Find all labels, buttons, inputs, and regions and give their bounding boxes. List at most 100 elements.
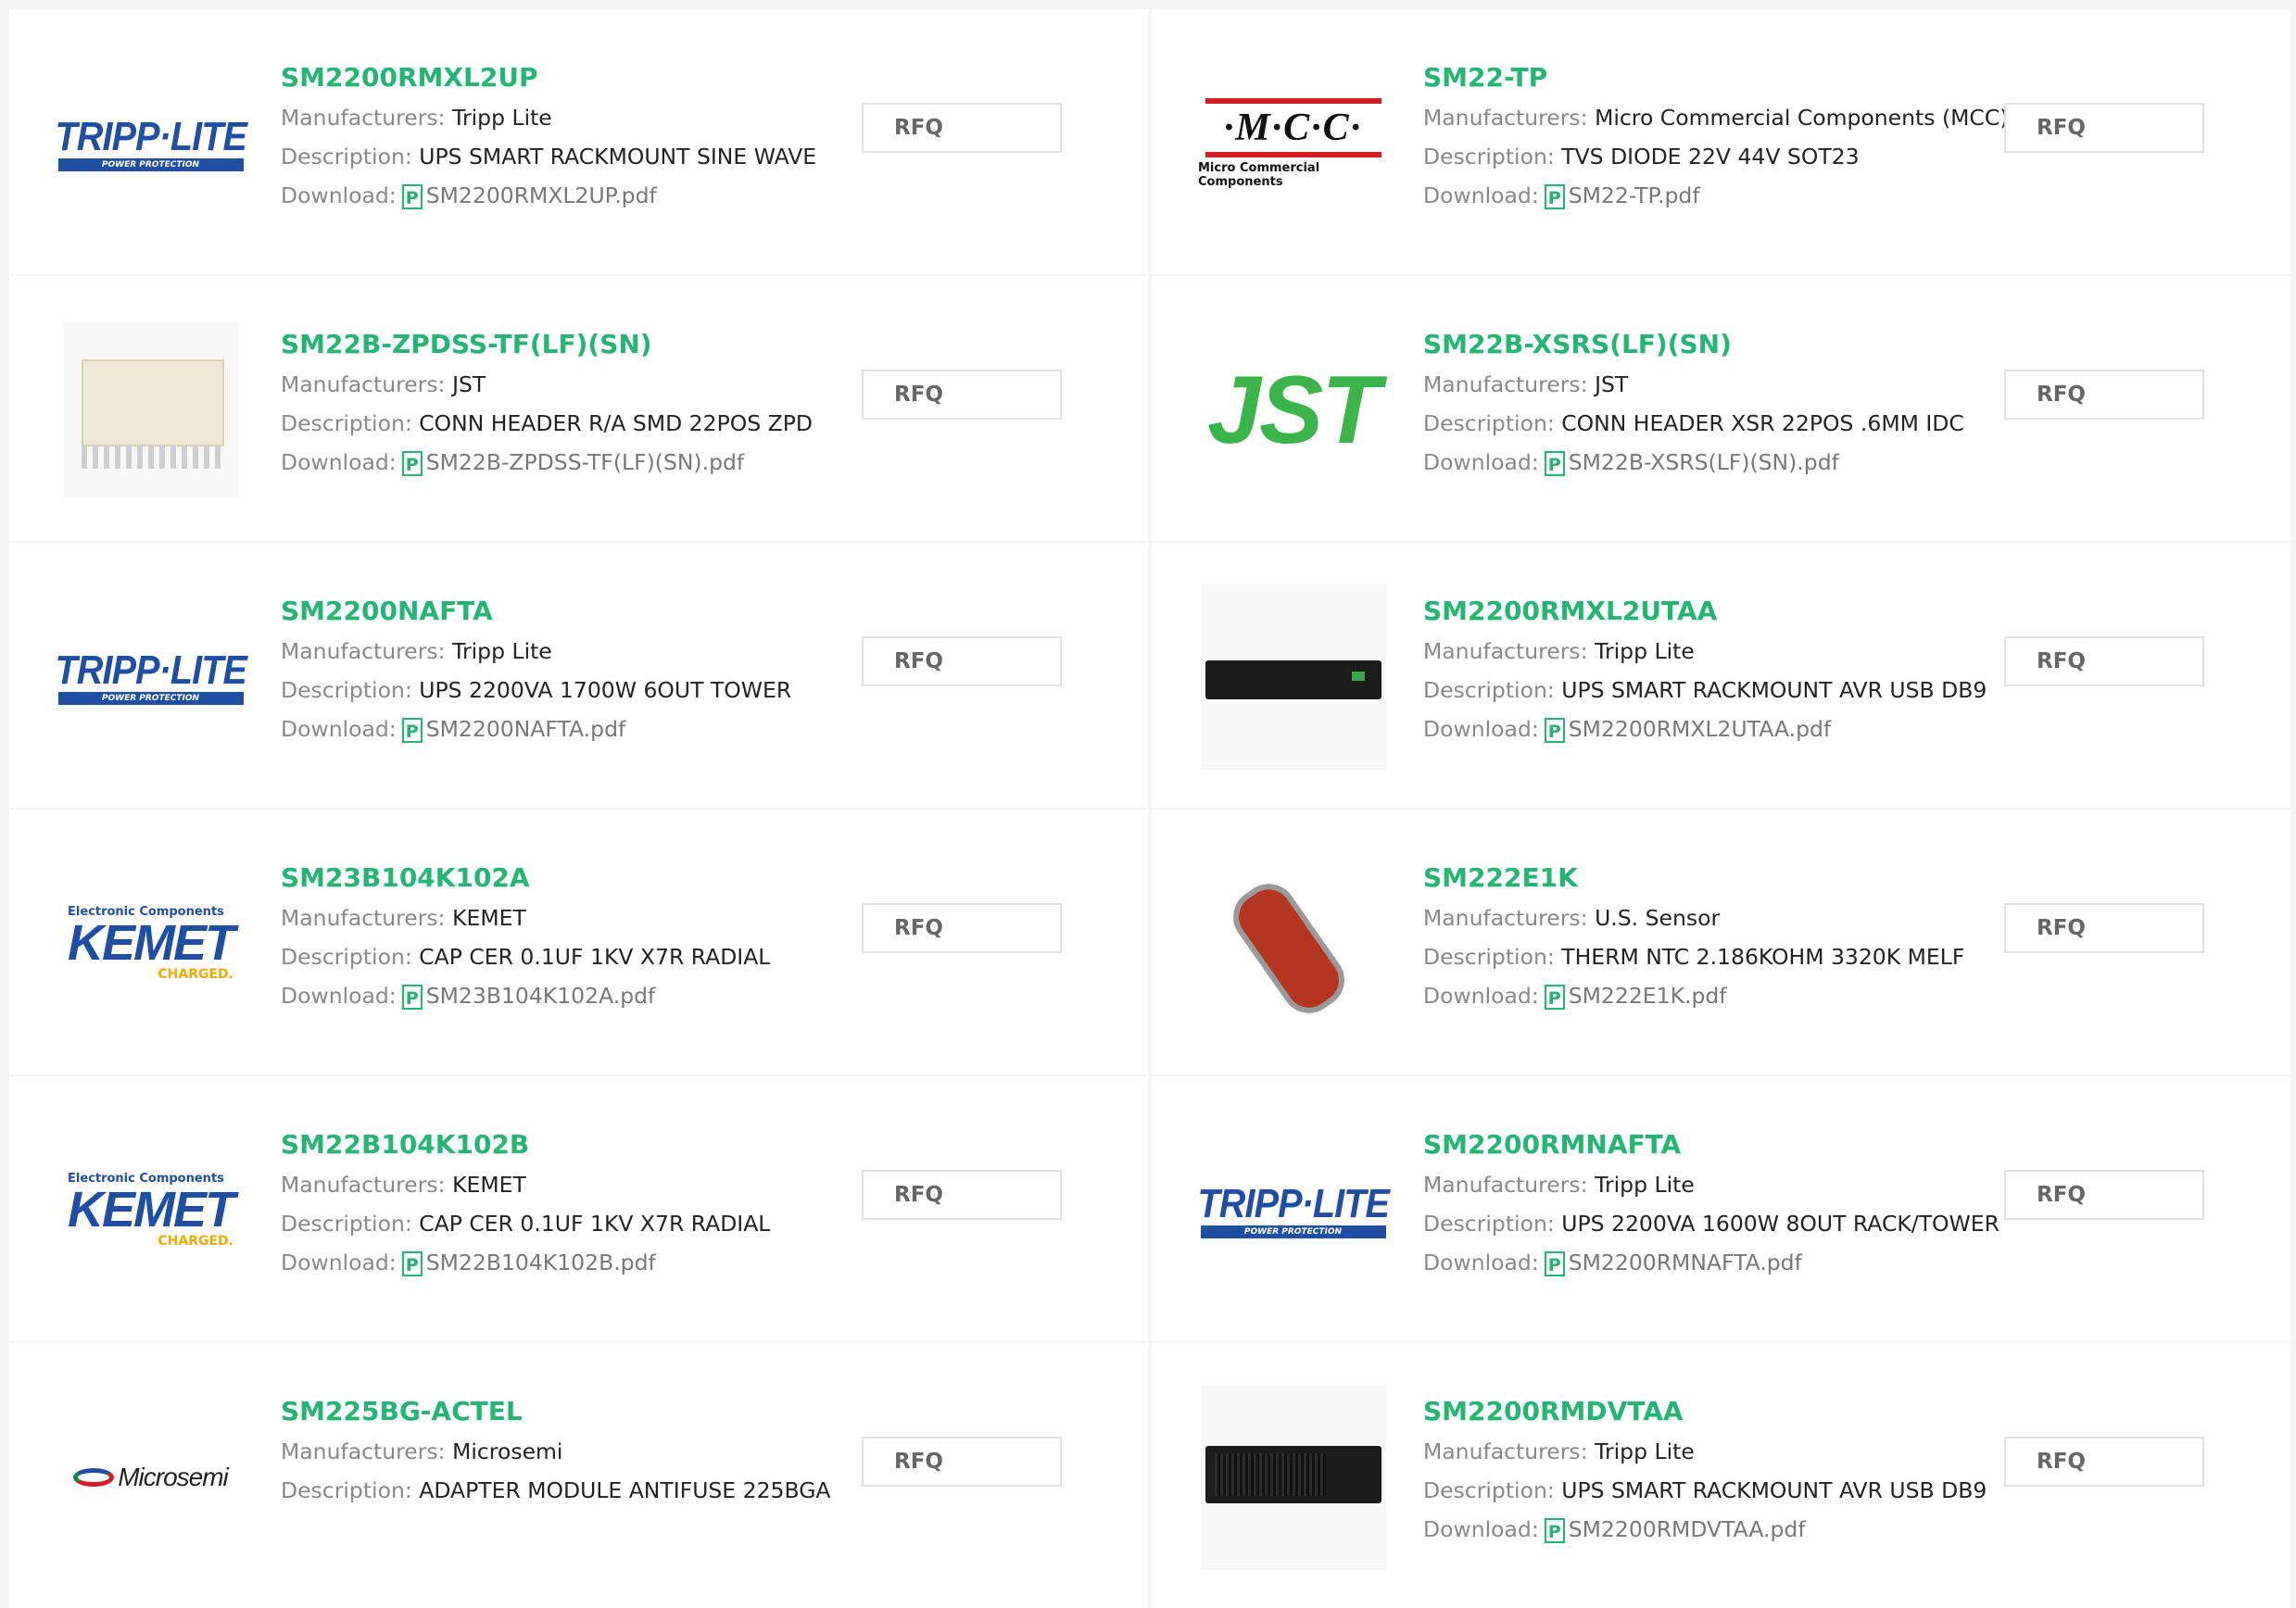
description-row: Description: CONN HEADER XSR 22POS .6MM … (1423, 404, 2007, 443)
pdf-icon[interactable]: P (1544, 718, 1565, 743)
download-label: Download: (281, 983, 397, 1009)
manufacturer-logo[interactable]: Electronic Components KEMET CHARGED. (56, 848, 246, 1038)
part-number-link[interactable]: SM22B104K102B (281, 1124, 864, 1165)
manufacturer-logo[interactable]: ·M·C·C· Micro Commercial Components (1198, 48, 1388, 238)
manufacturer-logo[interactable]: TRIPP·LITE POWER PROTECTION (1197, 1115, 1390, 1305)
manufacturer-logo[interactable]: TRIPP·LITE POWER PROTECTION (55, 582, 247, 772)
pdf-icon[interactable]: P (401, 1251, 423, 1276)
download-link[interactable]: SM22-TP.pdf (1569, 182, 1700, 208)
manufacturer-logo[interactable] (56, 315, 246, 505)
manufacturer-label: Manufacturers: (281, 638, 446, 664)
part-number-link[interactable]: SM2200RMDVTAA (1423, 1391, 2007, 1432)
pdf-icon[interactable]: P (1544, 1251, 1565, 1276)
manufacturer-row: Manufacturers: Microsemi (281, 1432, 864, 1471)
part-number-link[interactable]: SM23B104K102A (281, 858, 864, 898)
download-link[interactable]: SM23B104K102A.pdf (426, 983, 656, 1009)
pdf-icon[interactable]: P (1544, 985, 1565, 1010)
part-number-link[interactable]: SM2200RMXL2UP (281, 57, 864, 98)
description-label: Description: (281, 144, 412, 170)
description-row: Description: UPS SMART RACKMOUNT AVR USB… (1423, 1471, 2007, 1510)
description-row: Description: UPS SMART RACKMOUNT SINE WA… (281, 137, 864, 176)
part-number-link[interactable]: SM2200NAFTA (281, 591, 864, 632)
manufacturer-value: Tripp Lite (452, 638, 552, 664)
part-number-link[interactable]: SM225BG-ACTEL (281, 1391, 864, 1432)
manufacturer-value: KEMET (452, 905, 526, 931)
manufacturer-logo[interactable]: TRIPP·LITE POWER PROTECTION (55, 48, 247, 238)
manufacturer-label: Manufacturers: (281, 105, 446, 131)
manufacturer-logo[interactable] (1198, 582, 1388, 772)
rfq-button[interactable]: RFQ (862, 370, 1062, 420)
rfq-button[interactable]: RFQ (2004, 636, 2204, 686)
description-row: Description: THERM NTC 2.186KOHM 3320K M… (1423, 937, 2007, 976)
download-link[interactable]: SM22B104K102B.pdf (426, 1250, 656, 1275)
part-number-link[interactable]: SM22-TP (1423, 57, 2007, 98)
download-row: Download: P SM22B104K102B.pdf (281, 1243, 864, 1282)
part-number-link[interactable]: SM22B-ZPDSS-TF(LF)(SN) (281, 324, 864, 365)
download-link[interactable]: SM2200RMDVTAA.pdf (1569, 1516, 1806, 1542)
product-card: SM222E1K Manufacturers: U.S. Sensor Desc… (1152, 810, 2290, 1074)
rfq-button[interactable]: RFQ (2004, 1437, 2204, 1487)
product-info: SM2200NAFTA Manufacturers: Tripp Lite De… (281, 591, 864, 748)
part-number-link[interactable]: SM2200RMXL2UTAA (1423, 591, 2007, 632)
rfq-button[interactable]: RFQ (862, 103, 1062, 153)
kemet-logo: Electronic Components KEMET CHARGED. (68, 905, 235, 982)
description-row: Description: UPS SMART RACKMOUNT AVR USB… (1423, 671, 2007, 710)
manufacturer-value: Microsemi (452, 1438, 563, 1464)
download-link[interactable]: SM22B-XSRS(LF)(SN).pdf (1569, 449, 1839, 475)
manufacturer-logo[interactable] (1198, 1382, 1388, 1572)
download-link[interactable]: SM2200NAFTA.pdf (426, 716, 626, 742)
download-label: Download: (281, 449, 397, 475)
manufacturer-row: Manufacturers: KEMET (281, 1165, 864, 1204)
description-label: Description: (281, 1211, 412, 1237)
download-link[interactable]: SM222E1K.pdf (1569, 983, 1727, 1009)
manufacturer-value: Tripp Lite (1595, 638, 1695, 664)
download-label: Download: (1423, 1516, 1539, 1542)
download-row: Download: P SM2200NAFTA.pdf (281, 710, 864, 748)
rfq-button[interactable]: RFQ (2004, 1170, 2204, 1220)
download-row: Download: P SM22-TP.pdf (1423, 176, 2007, 215)
rfq-button[interactable]: RFQ (2004, 103, 2204, 153)
pdf-icon[interactable]: P (1544, 451, 1565, 476)
product-info: SM2200RMXL2UP Manufacturers: Tripp Lite … (281, 57, 864, 215)
description-label: Description: (1423, 144, 1555, 170)
thermistor-photo (1200, 850, 1386, 1036)
pdf-icon[interactable]: P (401, 451, 423, 476)
product-card: TRIPP·LITE POWER PROTECTION SM2200RMXL2U… (9, 9, 1148, 274)
pdf-icon[interactable]: P (401, 985, 423, 1010)
download-link[interactable]: SM2200RMNAFTA.pdf (1569, 1250, 1802, 1275)
pdf-icon[interactable]: P (401, 184, 423, 209)
download-row: Download: P SM2200RMXL2UP.pdf (281, 176, 864, 215)
download-link[interactable]: SM22B-ZPDSS-TF(LF)(SN).pdf (426, 449, 744, 475)
ups-rack-photo (1200, 1384, 1386, 1570)
pdf-icon[interactable]: P (1544, 1518, 1565, 1543)
product-info: SM225BG-ACTEL Manufacturers: Microsemi D… (281, 1391, 864, 1510)
product-info: SM22B104K102B Manufacturers: KEMET Descr… (281, 1124, 864, 1282)
product-card: SM2200RMXL2UTAA Manufacturers: Tripp Lit… (1152, 543, 2290, 808)
rfq-button[interactable]: RFQ (862, 903, 1062, 953)
rfq-button[interactable]: RFQ (862, 1437, 1062, 1487)
manufacturer-logo[interactable]: JST (1198, 315, 1388, 505)
manufacturer-logo[interactable]: Microsemi (56, 1382, 246, 1572)
rfq-button[interactable]: RFQ (2004, 370, 2204, 420)
product-info: SM23B104K102A Manufacturers: KEMET Descr… (281, 858, 864, 1015)
manufacturer-row: Manufacturers: KEMET (281, 898, 864, 937)
pdf-icon[interactable]: P (1544, 184, 1565, 209)
description-value: CONN HEADER R/A SMD 22POS ZPD (419, 410, 813, 436)
rfq-button[interactable]: RFQ (862, 636, 1062, 686)
download-link[interactable]: SM2200RMXL2UTAA.pdf (1569, 716, 1831, 742)
download-row: Download: P SM22B-ZPDSS-TF(LF)(SN).pdf (281, 443, 864, 482)
part-number-link[interactable]: SM2200RMNAFTA (1423, 1124, 2007, 1165)
tripp-lite-logo: TRIPP·LITE POWER PROTECTION (55, 113, 247, 171)
product-info: SM2200RMDVTAA Manufacturers: Tripp Lite … (1423, 1391, 2007, 1549)
manufacturer-label: Manufacturers: (1423, 905, 1588, 931)
manufacturer-logo[interactable] (1198, 848, 1388, 1038)
manufacturer-row: Manufacturers: Tripp Lite (1423, 1432, 2007, 1471)
part-number-link[interactable]: SM22B-XSRS(LF)(SN) (1423, 324, 2007, 365)
rfq-button[interactable]: RFQ (862, 1170, 1062, 1220)
part-number-link[interactable]: SM222E1K (1423, 858, 2007, 898)
pdf-icon[interactable]: P (401, 718, 423, 743)
download-link[interactable]: SM2200RMXL2UP.pdf (426, 182, 657, 208)
rfq-button[interactable]: RFQ (2004, 903, 2204, 953)
product-card: Electronic Components KEMET CHARGED. SM2… (9, 810, 1148, 1074)
manufacturer-logo[interactable]: Electronic Components KEMET CHARGED. (56, 1115, 246, 1305)
